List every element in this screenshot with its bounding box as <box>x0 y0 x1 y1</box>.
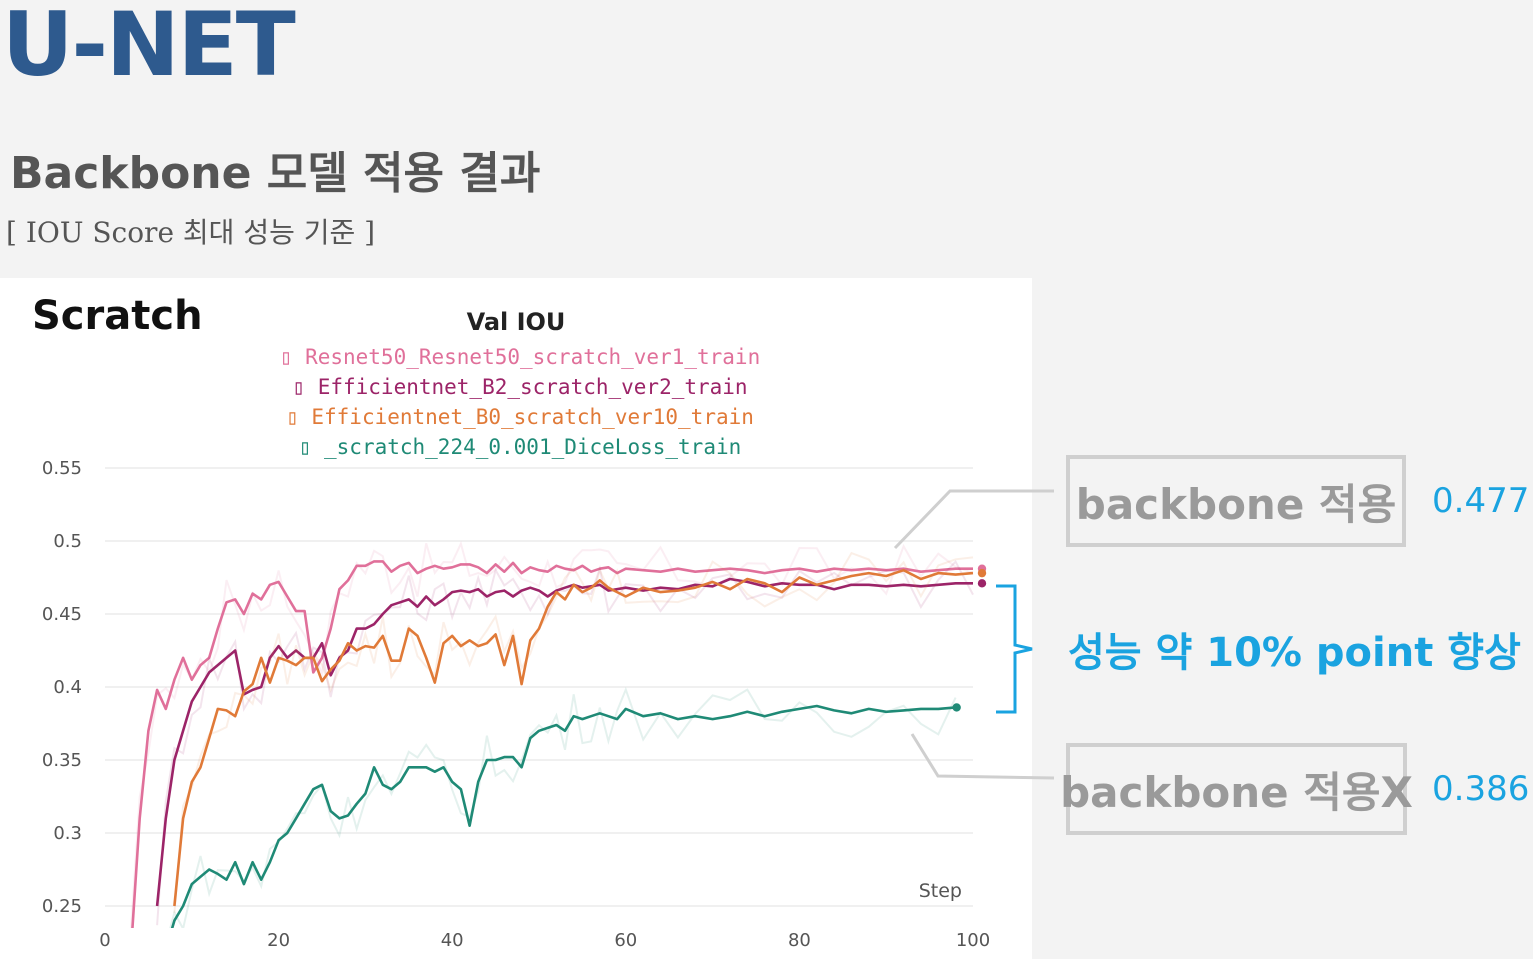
x-tick-label: 80 <box>788 930 811 951</box>
criteria-subtitle: [ IOU Score 최대 성능 기준 ] <box>6 216 376 249</box>
legend-item: ▯ Efficientnet_B2_scratch_ver2_train <box>292 375 747 399</box>
x-tick-label: 20 <box>267 930 290 951</box>
val-iou-chart: 0.55 0.5 0.45 0.4 0.35 0.3 0.25 0 20 40 60 80 100 Ste… <box>42 308 990 951</box>
callout-with-backbone-value: 0.477 <box>1432 481 1530 521</box>
slide-title: U-NET <box>2 0 296 96</box>
x-tick-label: 0 <box>99 930 110 951</box>
callout-with-backbone-label: backbone 적용 <box>1075 479 1397 529</box>
x-tick-label: 40 <box>441 930 464 951</box>
y-tick-label: 0.25 <box>42 896 82 917</box>
callout-without-backbone-label: backbone 적용X <box>1060 767 1413 817</box>
panel-label: Scratch <box>32 293 203 339</box>
callout-without-backbone-value: 0.386 <box>1432 769 1530 809</box>
callout-with-backbone: backbone 적용 <box>1066 455 1406 547</box>
legend-item: ▯ Efficientnet_B0_scratch_ver10_train <box>286 405 754 429</box>
y-tick-label: 0.5 <box>53 531 82 552</box>
series-endpoint <box>977 579 987 588</box>
x-tick-label: 60 <box>614 930 637 951</box>
series-endpoint <box>952 703 961 712</box>
improvement-label: 성능 약 10% point 향상 <box>1068 630 1521 676</box>
y-tick-label: 0.3 <box>53 823 82 844</box>
x-axis-label: Step <box>919 880 962 902</box>
chart-panel: 0.55 0.5 0.45 0.4 0.35 0.3 0.25 0 20 40 60 80 100 Ste… <box>0 278 1032 959</box>
y-tick-label: 0.55 <box>42 458 82 479</box>
y-tick-label: 0.4 <box>53 677 82 698</box>
callout-without-backbone: backbone 적용X <box>1060 743 1413 835</box>
chart-title: Val IOU <box>467 308 566 336</box>
y-tick-label: 0.35 <box>42 750 82 771</box>
series-line <box>173 568 974 907</box>
x-tick-label: 100 <box>956 930 990 951</box>
series-line <box>170 704 956 928</box>
y-tick-label: 0.45 <box>42 604 82 625</box>
series-endpoint <box>977 568 987 578</box>
legend-item: ▯ _scratch_224_0.001_DiceLoss_train <box>299 435 742 459</box>
series-line <box>155 577 973 907</box>
legend-item: ▯ Resnet50_Resnet50_scratch_ver1_train <box>280 345 760 369</box>
series-line <box>131 560 973 928</box>
section-title: Backbone 모델 적용 결과 <box>10 148 541 199</box>
